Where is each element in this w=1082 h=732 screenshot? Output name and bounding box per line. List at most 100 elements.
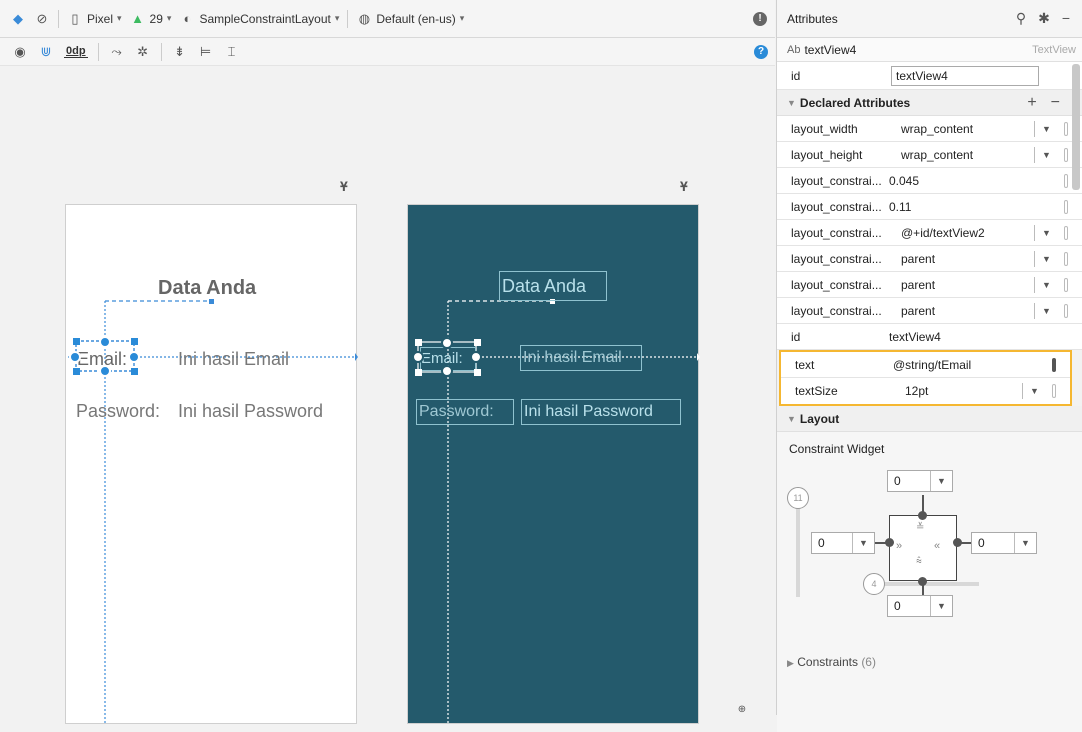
resource-picker-icon[interactable] (1064, 225, 1068, 240)
chevron-down-icon[interactable]: ▼ (1034, 146, 1058, 163)
blueprint-title[interactable]: Data Anda (499, 271, 607, 301)
email-value[interactable]: Ini hasil Email (178, 349, 289, 370)
constraint-handle-right[interactable] (128, 351, 140, 363)
constraint-handle-right[interactable] (470, 351, 482, 363)
attribute-value[interactable]: @string/tEmail (893, 358, 1046, 372)
resize-handle[interactable] (73, 368, 80, 375)
constraint-handle-top[interactable] (441, 337, 453, 349)
blueprint-password-label[interactable]: Password: (416, 399, 514, 425)
resource-picker-icon[interactable] (1052, 384, 1056, 398)
constraint-dot-left[interactable] (885, 538, 894, 547)
minimize-icon[interactable]: − (1062, 10, 1070, 27)
default-margin-button[interactable]: 0dp (64, 45, 88, 58)
theme-selector[interactable]: ◐ SampleConstraintLayout ▾ (179, 11, 340, 27)
locale-selector[interactable]: ◍ Default (en-us) ▾ (356, 11, 465, 27)
autoconnect-icon[interactable]: ⋓ (38, 44, 54, 60)
zoom-icon[interactable]: ⊕ (734, 702, 750, 718)
attribute-value[interactable]: 0.045 (889, 174, 1058, 188)
attribute-row[interactable]: layout_constrai... parent ▼ (777, 246, 1082, 272)
attribute-row[interactable]: layout_constrai... parent ▼ (777, 298, 1082, 324)
constraint-dot-bottom[interactable] (918, 577, 927, 586)
help-icon[interactable]: ? (754, 45, 768, 59)
attribute-value[interactable]: parent (889, 252, 1034, 266)
layers-icon[interactable]: ◆ (10, 11, 26, 27)
resize-handle[interactable] (415, 339, 422, 346)
clear-constraints-icon[interactable]: ⤳ (109, 44, 125, 60)
attribute-row[interactable]: layout_height wrap_content ▼ (777, 142, 1082, 168)
pin-icon[interactable]: Ұ (340, 178, 348, 194)
resource-picker-icon[interactable] (1064, 277, 1068, 292)
attribute-value[interactable]: parent (889, 278, 1034, 292)
vertical-bias-value[interactable]: 11 (787, 487, 809, 509)
resource-picker-icon[interactable] (1064, 121, 1068, 136)
gear-icon[interactable]: ✱ (1038, 10, 1050, 27)
pack-icon[interactable]: ⇟ (172, 44, 188, 60)
resource-picker-icon[interactable] (1064, 147, 1068, 162)
password-label[interactable]: Password: (76, 401, 160, 422)
resource-picker-icon[interactable] (1064, 303, 1068, 318)
design-surface[interactable]: Data Anda Email: Ini hasil Email Passwor… (65, 204, 358, 725)
infer-constraints-icon[interactable]: ✲ (135, 44, 151, 60)
attribute-value[interactable]: 12pt (893, 384, 1022, 398)
orientation-icon[interactable]: ⊘ (34, 11, 50, 27)
constraint-handle-top[interactable] (99, 336, 111, 348)
constraint-handle-left[interactable] (69, 351, 81, 363)
resource-picker-icon[interactable] (1064, 199, 1068, 214)
chevron-down-icon[interactable]: ▼ (1034, 302, 1058, 319)
attribute-value[interactable]: wrap_content (889, 148, 1034, 162)
title-text[interactable]: Data Anda (158, 277, 256, 300)
guidelines-icon[interactable]: ⌶ (224, 44, 240, 60)
resize-handle[interactable] (474, 339, 481, 346)
warning-icon[interactable]: ! (753, 12, 767, 26)
attribute-value[interactable]: 0.11 (889, 200, 1058, 214)
attribute-row[interactable]: text @string/tEmail (781, 352, 1070, 378)
resize-handle[interactable] (73, 338, 80, 345)
attribute-row[interactable]: layout_width wrap_content ▼ (777, 116, 1082, 142)
resource-picker-icon[interactable] (1052, 357, 1056, 372)
chevron-down-icon[interactable]: ▼ (1034, 250, 1058, 267)
chevron-down-icon[interactable]: ▼ (1034, 120, 1058, 137)
attribute-value[interactable]: @+id/textView2 (889, 226, 1034, 240)
attribute-value[interactable]: wrap_content (889, 122, 1034, 136)
layout-section-header[interactable]: ▼ Layout (777, 406, 1082, 432)
constraint-handle-bottom[interactable] (441, 365, 453, 377)
margin-top-dropdown[interactable]: 0 ▼ (887, 470, 953, 492)
vertical-bias-slider[interactable] (796, 497, 800, 597)
attribute-row[interactable]: layout_constrai... 0.11 (777, 194, 1082, 220)
constraints-section[interactable]: ▶ Constraints (6) (787, 655, 876, 669)
constraint-handle-left[interactable] (412, 351, 424, 363)
margin-left-dropdown[interactable]: 0 ▼ (811, 532, 875, 554)
id-field[interactable]: textView4 (891, 65, 1039, 86)
constraint-dot-right[interactable] (953, 538, 962, 547)
blueprint-surface[interactable]: Data Anda Email: Ini hasil Email Passwor… (407, 204, 700, 725)
resource-picker-icon[interactable] (1064, 251, 1068, 266)
attribute-row[interactable]: textSize 12pt ▼ (781, 378, 1070, 404)
blueprint-email-value[interactable]: Ini hasil Email (520, 345, 642, 371)
resize-handle[interactable] (474, 369, 481, 376)
search-icon[interactable]: ⚲ (1016, 10, 1026, 27)
chevron-down-icon[interactable]: ▼ (1022, 383, 1046, 399)
constraint-dot-top[interactable] (918, 511, 927, 520)
panel-scrollbar[interactable] (1072, 64, 1080, 190)
attribute-row[interactable]: layout_constrai... parent ▼ (777, 272, 1082, 298)
constraint-handle-bottom[interactable] (99, 365, 111, 377)
chevron-down-icon[interactable]: ▼ (1034, 276, 1058, 293)
margin-right-dropdown[interactable]: 0 ▼ (971, 532, 1037, 554)
margin-bottom-dropdown[interactable]: 0 ▼ (887, 595, 953, 617)
chevron-down-icon[interactable]: ▼ (1034, 224, 1058, 241)
declared-attributes-header[interactable]: ▼ Declared Attributes + − (777, 90, 1082, 116)
horizontal-bias-value[interactable]: 4 (863, 573, 885, 595)
api-selector[interactable]: ▲ 29 ▾ (130, 11, 171, 27)
resize-handle[interactable] (131, 338, 138, 345)
attribute-value[interactable]: textView4 (889, 330, 1082, 344)
attribute-row[interactable]: layout_constrai... 0.045 (777, 168, 1082, 194)
attribute-row[interactable]: id textView4 (777, 324, 1082, 350)
align-icon[interactable]: ⊨ (198, 44, 214, 60)
remove-attribute-icon[interactable]: − (1051, 94, 1060, 112)
resize-handle[interactable] (415, 369, 422, 376)
add-attribute-icon[interactable]: + (1027, 94, 1036, 112)
device-selector[interactable]: ▯ Pixel ▾ (67, 11, 121, 27)
resize-handle[interactable] (131, 368, 138, 375)
resource-picker-icon[interactable] (1064, 173, 1068, 188)
pin-icon[interactable]: Ұ (680, 178, 688, 194)
